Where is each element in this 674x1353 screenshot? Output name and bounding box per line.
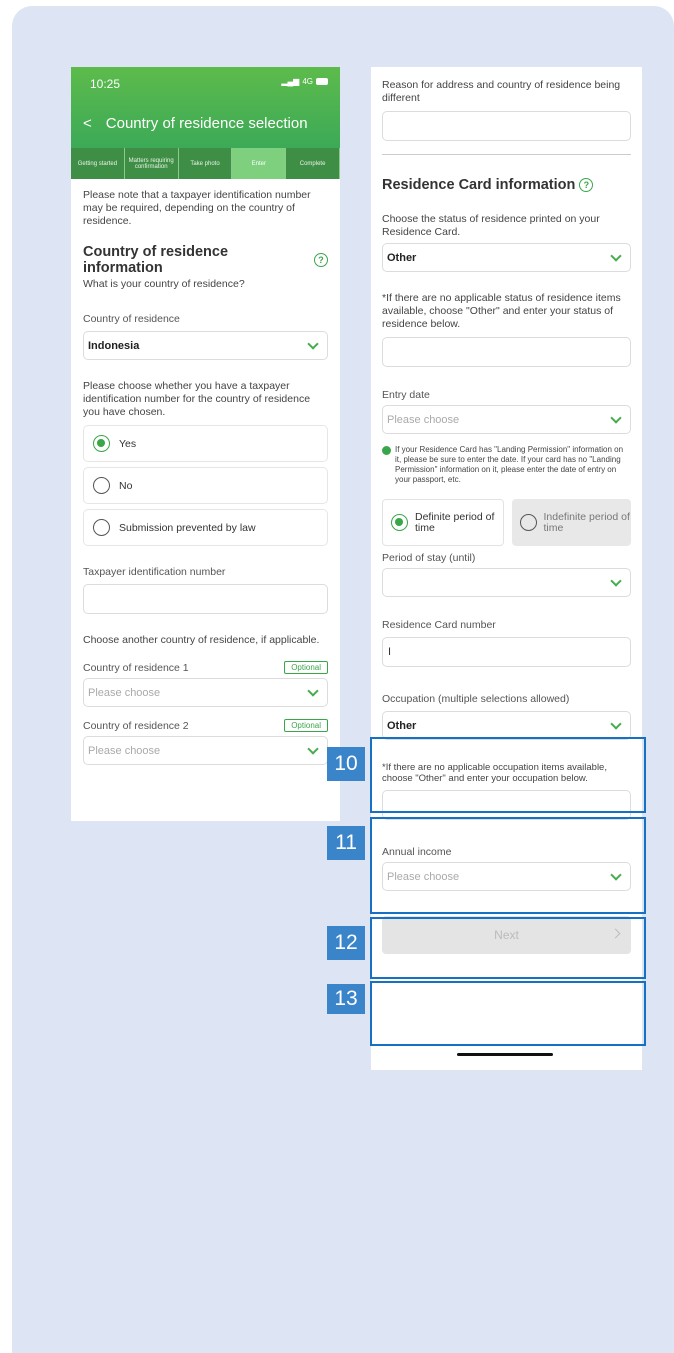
radio-label: Submission prevented by law (119, 521, 256, 534)
chevron-down-icon (307, 684, 319, 697)
status-instruction: Choose the status of residence printed o… (382, 213, 600, 238)
country1-select[interactable]: Please choose (83, 678, 328, 707)
entry-note: If your Residence Card has "Landing Perm… (382, 445, 631, 485)
card-section-title: Residence Card information ? (382, 177, 631, 193)
radio-label: Yes (119, 437, 137, 450)
status-other-input[interactable] (382, 337, 631, 367)
country1-placeholder: Please choose (88, 686, 161, 699)
header: 10:25 ▂▄▆ 4G < Country of residence sele… (71, 67, 340, 179)
page-title: Country of residence selection (105, 115, 308, 132)
another-country-text: Choose another country of residence, if … (83, 634, 320, 646)
left-phone-screen: 10:25 ▂▄▆ 4G < Country of residence sele… (71, 67, 340, 821)
battery-icon (316, 78, 328, 85)
tin-notice: Please note that a taxpayer identificati… (83, 189, 311, 227)
callout-box-10 (370, 737, 646, 813)
callout-badge-12: 12 (327, 926, 365, 960)
progress-steps: Getting started Matters requiring confir… (71, 148, 340, 179)
country-select[interactable]: Indonesia (83, 331, 328, 360)
period-stay-label: Period of stay (until) (382, 552, 476, 564)
occupation-select[interactable]: Other (382, 711, 631, 740)
chevron-down-icon (307, 742, 319, 755)
section-divider (382, 154, 631, 155)
chevron-down-icon (610, 411, 622, 424)
callout-box-12 (370, 917, 646, 979)
card-section-title-text: Residence Card information (382, 177, 576, 193)
callout-box-11 (370, 817, 646, 914)
radio-selected-icon (391, 514, 408, 531)
radio-unselected-icon (93, 519, 110, 536)
section-title-text: Country of residence information (83, 244, 229, 276)
country2-label: Country of residence 2 (83, 719, 189, 732)
chevron-down-icon (610, 717, 622, 730)
step-take-photo: Take photo (179, 148, 233, 179)
radio-prevented-by-law[interactable]: Submission prevented by law (83, 509, 328, 546)
callout-badge-10: 10 (327, 747, 365, 781)
country1-label: Country of residence 1 (83, 661, 189, 674)
period-radio-group: Definite period of time Indefinite perio… (382, 499, 631, 546)
tin-label: Taxpayer identification number (83, 566, 226, 578)
country-value: Indonesia (88, 339, 140, 352)
callout-badge-13: 13 (327, 984, 365, 1014)
signal-icon: ▂▄▆ (281, 77, 300, 86)
country1-label-row: Country of residence 1 Optional (83, 661, 328, 674)
period-stay-select[interactable] (382, 568, 631, 597)
info-icon (382, 446, 391, 455)
reason-label: Reason for address and country of reside… (382, 79, 621, 104)
network-label: 4G (302, 77, 313, 86)
card-number-label: Residence Card number (382, 619, 496, 631)
country2-placeholder: Please choose (88, 744, 161, 757)
radio-label: No (119, 479, 133, 492)
optional-badge: Optional (284, 719, 328, 732)
entry-date-select[interactable]: Please choose (382, 405, 631, 434)
country2-label-row: Country of residence 2 Optional (83, 719, 328, 732)
card-number-input[interactable]: I (382, 637, 631, 667)
tin-input[interactable] (83, 584, 328, 614)
radio-yes[interactable]: Yes (83, 425, 328, 462)
radio-definite-period[interactable]: Definite period of time (382, 499, 504, 546)
chevron-down-icon (610, 574, 622, 587)
reason-input[interactable] (382, 111, 631, 141)
help-icon[interactable]: ? (314, 253, 328, 267)
radio-indefinite-period[interactable]: Indefinite period of time (511, 499, 631, 546)
back-icon[interactable]: < (83, 115, 92, 132)
home-indicator (457, 1053, 553, 1056)
entry-note-text: If your Residence Card has "Landing Perm… (395, 445, 624, 484)
radio-no[interactable]: No (83, 467, 328, 504)
country2-select[interactable]: Please choose (83, 736, 328, 765)
entry-date-placeholder: Please choose (387, 413, 460, 426)
tin-radio-group: Yes No Submission prevented by law (83, 425, 328, 546)
radio-selected-icon (93, 435, 110, 452)
radio-unselected-icon (93, 477, 110, 494)
section-question: What is your country of residence? (83, 278, 245, 290)
radio-label: Indefinite period of time (543, 510, 630, 534)
country-label: Country of residence (83, 313, 180, 325)
chevron-down-icon (610, 249, 622, 262)
nav-bar: < Country of residence selection (83, 115, 308, 132)
step-complete: Complete (286, 148, 340, 179)
callout-badge-11: 11 (327, 826, 365, 860)
status-select[interactable]: Other (382, 243, 631, 272)
step-getting-started: Getting started (71, 148, 125, 179)
entry-date-label: Entry date (382, 389, 430, 401)
occupation-value: Other (387, 719, 417, 732)
status-value: Other (387, 251, 417, 264)
callout-box-13 (370, 981, 646, 1046)
optional-badge: Optional (284, 661, 328, 674)
section-title: Country of residence information ? (83, 244, 328, 276)
status-icons: ▂▄▆ 4G (281, 77, 328, 86)
chevron-down-icon (307, 337, 319, 350)
status-time: 10:25 (90, 77, 121, 91)
help-icon[interactable]: ? (579, 178, 594, 192)
step-enter: Enter (232, 148, 287, 179)
status-other-note: *If there are no applicable status of re… (382, 292, 621, 330)
tin-question: Please choose whether you have a taxpaye… (83, 380, 311, 418)
step-matters-confirmation: Matters requiring confirmation (125, 148, 179, 179)
occupation-label: Occupation (multiple selections allowed) (382, 693, 570, 705)
radio-label: Definite period of time (415, 510, 495, 534)
radio-unselected-icon (519, 514, 537, 531)
